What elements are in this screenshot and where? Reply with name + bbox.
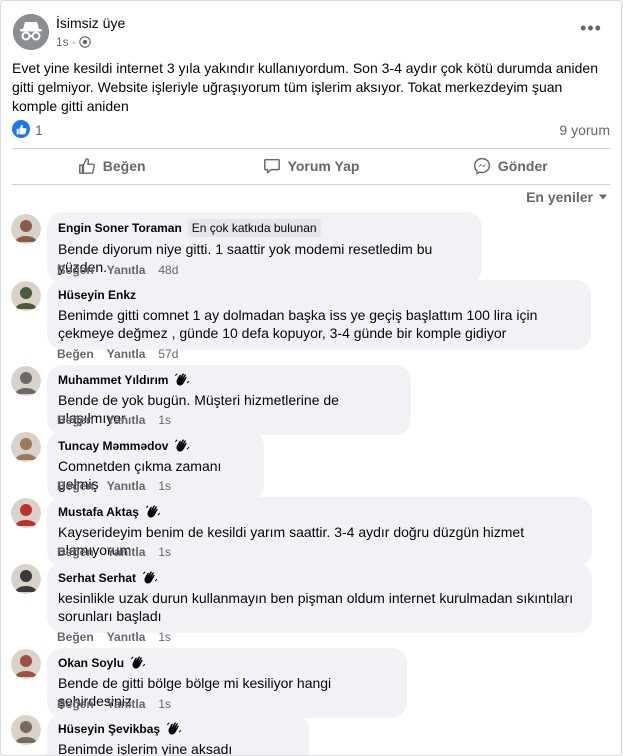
commenter-name-row: Engin Soner Toraman En çok katkıda buluna… <box>58 219 471 237</box>
comment-like-button[interactable]: Beğen <box>57 413 94 427</box>
comment-bubble: Hüseyin Enkz Benimde gitti comnet 1 ay do… <box>47 280 591 350</box>
messenger-icon <box>473 157 491 175</box>
commenter-avatar[interactable] <box>11 432 41 462</box>
comment-reply-button[interactable]: Yanıtla <box>107 479 146 493</box>
comment-actions: Beğen Yanıtla 1s <box>57 413 171 427</box>
sort-label: En yeniler <box>526 189 593 205</box>
comment-time[interactable]: 1s <box>158 479 171 493</box>
comment-time[interactable]: 48d <box>158 263 178 277</box>
comment-like-button[interactable]: Beğen <box>57 697 94 711</box>
comment-button[interactable]: Yorum Yap <box>211 151 410 181</box>
comment-actions: Beğen Yanıtla 1s <box>57 479 171 493</box>
commenter-avatar[interactable] <box>11 214 41 244</box>
waving-hand-icon <box>142 570 158 586</box>
comment-time[interactable]: 1s <box>158 697 171 711</box>
commenter-name[interactable]: Engin Soner Toraman <box>58 220 182 236</box>
like-button[interactable]: Beğen <box>12 151 211 181</box>
commenter-avatar[interactable] <box>11 715 41 745</box>
comment-time[interactable]: 1s <box>158 413 171 427</box>
commenter-avatar[interactable] <box>11 649 41 679</box>
commenter-name-row: Okan Soylu <box>58 655 396 671</box>
commenter-avatar[interactable] <box>11 498 41 528</box>
comment-like-button[interactable]: Beğen <box>57 263 94 277</box>
waving-hand-icon <box>174 372 190 388</box>
commenter-avatar[interactable] <box>11 366 41 396</box>
comment-time[interactable]: 1s <box>158 630 171 644</box>
comment-text: Benimde işlerim yine aksadı sayelerinde! <box>58 741 233 756</box>
waving-hand-icon <box>145 504 161 520</box>
commenter-name[interactable]: Hüseyin Enkz <box>58 287 136 303</box>
commenter-name-row: Hüseyin Enkz <box>58 287 580 303</box>
comment-like-button[interactable]: Beğen <box>57 630 94 644</box>
caret-down-icon <box>599 194 607 200</box>
commenter-avatar[interactable] <box>11 564 41 594</box>
comment-actions: Beğen Yanıtla 1s <box>57 697 171 711</box>
comment-bubble: Hüseyin Şevikbaş Benimde işlerim yine aks… <box>47 714 309 756</box>
comment-reply-button[interactable]: Yanıtla <box>107 347 146 361</box>
comment-text: Benimde gitti comnet 1 ay dolmadan başka… <box>58 307 538 341</box>
post-time[interactable]: 1s <box>56 35 69 49</box>
reactions-row: 1 9 yorum <box>12 120 610 140</box>
globe-icon <box>78 36 91 48</box>
comment-like-button[interactable]: Beğen <box>57 347 94 361</box>
commenter-name-row: Muhammet Yıldırım <box>58 372 400 388</box>
comment-like-button[interactable]: Beğen <box>57 545 94 559</box>
post-meta: 1s · <box>56 35 91 49</box>
commenter-name-row: Hüseyin Şevikbaş <box>58 721 298 737</box>
commenter-name[interactable]: Tuncay Məmmədov <box>58 438 168 454</box>
commenter-name[interactable]: Serhat Serhat <box>58 570 136 586</box>
comment-actions: Beğen Yanıtla 1s <box>57 630 171 644</box>
commenter-name[interactable]: Mustafa Aktaş <box>58 504 139 520</box>
like-reaction-icon[interactable] <box>12 120 30 138</box>
anonymous-avatar[interactable] <box>13 14 49 50</box>
comment-reply-button[interactable]: Yanıtla <box>107 263 146 277</box>
comment-like-button[interactable]: Beğen <box>57 479 94 493</box>
commenter-name[interactable]: Muhammet Yıldırım <box>58 372 168 388</box>
commenter-name-row: Tuncay Məmmədov <box>58 438 253 454</box>
commenter-name[interactable]: Hüseyin Şevikbaş <box>58 721 160 737</box>
reaction-count[interactable]: 1 <box>35 122 43 138</box>
commenter-name-row: Mustafa Aktaş <box>58 504 581 520</box>
anonymous-icon <box>13 14 49 50</box>
comment-reply-button[interactable]: Yanıtla <box>107 630 146 644</box>
waving-hand-icon <box>166 721 182 737</box>
comment-label: Yorum Yap <box>287 158 360 174</box>
top-contributor-badge[interactable]: En çok katkıda bulunan <box>187 219 321 237</box>
post-card: İsimsiz üye 1s · ••• Evet yine kesildi i… <box>0 0 622 756</box>
commenter-avatar[interactable] <box>11 281 41 311</box>
commenter-name[interactable]: Okan Soylu <box>58 655 124 671</box>
waving-hand-icon <box>174 438 190 454</box>
comment-sort-dropdown[interactable]: En yeniler <box>526 189 608 205</box>
like-label: Beğen <box>102 158 146 174</box>
comment-bubble: Serhat Serhat kesinlikle uzak durun kulla… <box>47 563 592 633</box>
post-actions: Beğen Yorum Yap Gönder <box>12 151 610 181</box>
comment-time[interactable]: 1s <box>158 545 171 559</box>
comment-count[interactable]: 9 yorum <box>559 122 610 138</box>
comment-time[interactable]: 57d <box>158 347 178 361</box>
comment-reply-button[interactable]: Yanıtla <box>107 413 146 427</box>
meta-separator: · <box>71 35 76 49</box>
send-button[interactable]: Gönder <box>411 151 610 181</box>
comment-reply-button[interactable]: Yanıtla <box>107 545 146 559</box>
commenter-name-row: Serhat Serhat <box>58 570 581 586</box>
divider <box>12 148 610 149</box>
send-label: Gönder <box>497 158 548 174</box>
comment-reply-button[interactable]: Yanıtla <box>107 697 146 711</box>
waving-hand-icon <box>130 655 146 671</box>
comment-actions: Beğen Yanıtla 48d <box>57 263 178 277</box>
comment-text: kesinlikle uzak durun kullanmayın ben pi… <box>58 590 574 624</box>
thumbs-up-icon <box>78 158 95 174</box>
post-author[interactable]: İsimsiz üye <box>56 15 125 31</box>
post-header: İsimsiz üye 1s · ••• <box>13 14 609 54</box>
comment-icon <box>263 158 280 174</box>
more-options-button[interactable]: ••• <box>579 19 603 40</box>
comment-actions: Beğen Yanıtla 57d <box>57 347 178 361</box>
divider <box>12 184 610 185</box>
comment-actions: Beğen Yanıtla 1s <box>57 545 171 559</box>
post-text: Evet yine kesildi internet 3 yıla yakınd… <box>12 60 598 114</box>
